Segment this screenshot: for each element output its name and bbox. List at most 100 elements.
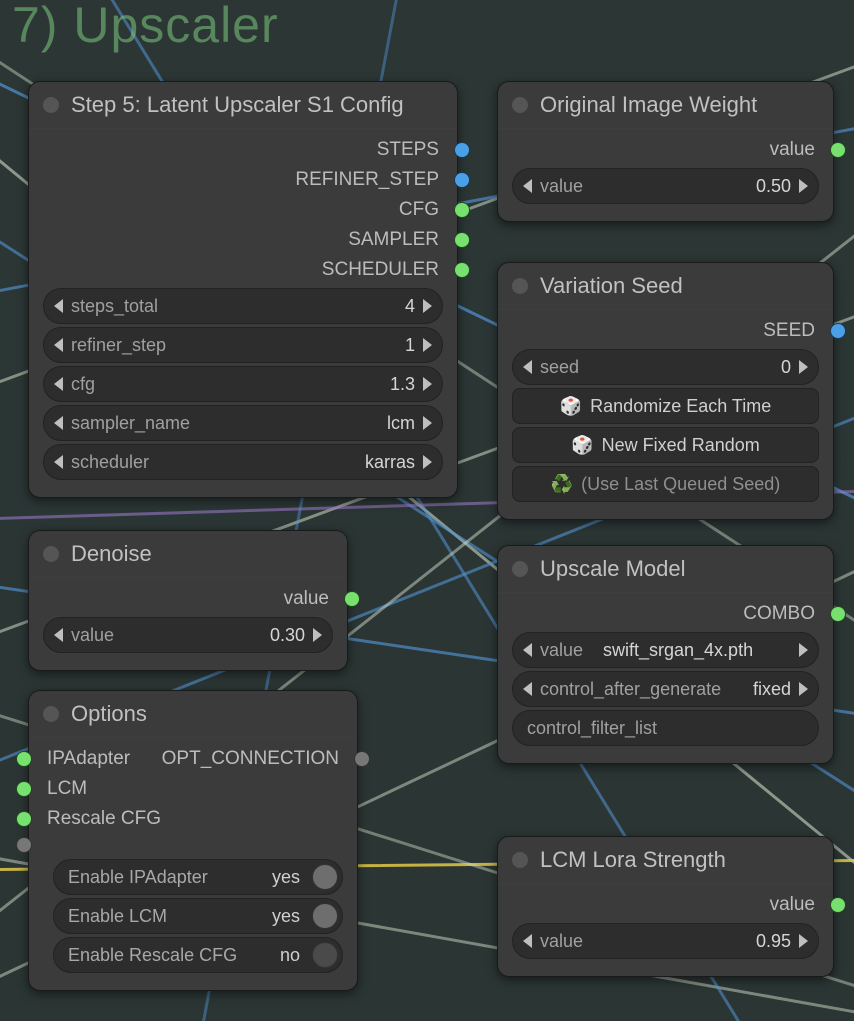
input-ipadapter[interactable]: IPAdapter — [43, 744, 130, 774]
use-last-queued-seed-button[interactable]: ♻️ (Use Last Queued Seed) — [512, 466, 819, 502]
randomize-each-time-button[interactable]: 🎲 Randomize Each Time — [512, 388, 819, 424]
node-step5-config[interactable]: Step 5: Latent Upscaler S1 Config STEPS … — [28, 81, 458, 498]
output-value[interactable]: value — [43, 584, 333, 614]
input-rescale-cfg[interactable]: Rescale CFG — [43, 804, 343, 834]
arrow-right-icon[interactable] — [799, 643, 808, 657]
group-title: 7) Upscaler — [12, 0, 279, 54]
port-icon[interactable] — [345, 592, 359, 606]
port-icon[interactable] — [831, 143, 845, 157]
node-upscale-model[interactable]: Upscale Model COMBO value swift_srgan_4x… — [497, 545, 834, 764]
arrow-right-icon[interactable] — [423, 377, 432, 391]
collapse-dot-icon[interactable] — [43, 97, 59, 113]
node-title: Upscale Model — [540, 556, 686, 582]
toggle-knob-icon — [312, 864, 338, 890]
arrow-left-icon[interactable] — [523, 643, 532, 657]
recycle-icon: ♻️ — [551, 474, 573, 495]
output-refiner-step[interactable]: REFINER_STEP — [43, 165, 443, 195]
arrow-right-icon[interactable] — [799, 179, 808, 193]
collapse-dot-icon[interactable] — [512, 852, 528, 868]
arrow-right-icon[interactable] — [423, 455, 432, 469]
collapse-dot-icon[interactable] — [512, 561, 528, 577]
node-header[interactable]: Options — [29, 691, 357, 738]
arrow-right-icon[interactable] — [313, 628, 322, 642]
node-title: Original Image Weight — [540, 92, 757, 118]
output-cfg[interactable]: CFG — [43, 195, 443, 225]
arrow-right-icon[interactable] — [799, 360, 808, 374]
node-header[interactable]: Step 5: Latent Upscaler S1 Config — [29, 82, 457, 129]
output-sampler[interactable]: SAMPLER — [43, 225, 443, 255]
widget-value[interactable]: value 0.50 — [512, 168, 819, 204]
arrow-left-icon[interactable] — [54, 416, 63, 430]
collapse-dot-icon[interactable] — [512, 97, 528, 113]
arrow-left-icon[interactable] — [54, 455, 63, 469]
widget-value[interactable]: value 0.30 — [43, 617, 333, 653]
port-icon[interactable] — [455, 233, 469, 247]
node-header[interactable]: Original Image Weight — [498, 82, 833, 129]
arrow-left-icon[interactable] — [54, 299, 63, 313]
node-title: Denoise — [71, 541, 152, 567]
widget-control-after-generate[interactable]: control_after_generate fixed — [512, 671, 819, 707]
output-seed[interactable]: SEED — [512, 316, 819, 346]
node-header[interactable]: Denoise — [29, 531, 347, 578]
widget-value[interactable]: value swift_srgan_4x.pth — [512, 632, 819, 668]
toggle-knob-icon — [312, 942, 338, 968]
arrow-right-icon[interactable] — [799, 682, 808, 696]
arrow-right-icon[interactable] — [423, 416, 432, 430]
port-icon[interactable] — [17, 838, 31, 852]
arrow-left-icon[interactable] — [54, 628, 63, 642]
widget-value[interactable]: value 0.95 — [512, 923, 819, 959]
toggle-enable-ipadapter[interactable]: Enable IPAdapter yes — [53, 859, 343, 895]
output-value[interactable]: value — [512, 890, 819, 920]
node-variation-seed[interactable]: Variation Seed SEED seed 0 🎲 Randomize E… — [497, 262, 834, 520]
arrow-left-icon[interactable] — [523, 682, 532, 696]
output-steps[interactable]: STEPS — [43, 135, 443, 165]
collapse-dot-icon[interactable] — [512, 278, 528, 294]
output-opt-connection[interactable]: OPT_CONNECTION — [162, 748, 343, 770]
arrow-right-icon[interactable] — [423, 299, 432, 313]
node-lcm-lora-strength[interactable]: LCM Lora Strength value value 0.95 — [497, 836, 834, 977]
port-icon[interactable] — [831, 324, 845, 338]
arrow-left-icon[interactable] — [54, 377, 63, 391]
arrow-right-icon[interactable] — [799, 934, 808, 948]
port-icon[interactable] — [831, 607, 845, 621]
node-options[interactable]: Options IPAdapter OPT_CONNECTION LCM Res… — [28, 690, 358, 991]
input-empty[interactable] — [43, 834, 343, 856]
node-original-image-weight[interactable]: Original Image Weight value value 0.50 — [497, 81, 834, 222]
new-fixed-random-button[interactable]: 🎲 New Fixed Random — [512, 427, 819, 463]
node-header[interactable]: Variation Seed — [498, 263, 833, 310]
output-scheduler[interactable]: SCHEDULER — [43, 255, 443, 285]
port-icon[interactable] — [17, 812, 31, 826]
output-value[interactable]: value — [512, 135, 819, 165]
widget-control-filter-list[interactable]: control_filter_list — [512, 710, 819, 746]
widget-seed[interactable]: seed 0 — [512, 349, 819, 385]
port-icon[interactable] — [455, 263, 469, 277]
collapse-dot-icon[interactable] — [43, 546, 59, 562]
port-icon[interactable] — [455, 143, 469, 157]
toggle-enable-rescale-cfg[interactable]: Enable Rescale CFG no — [53, 937, 343, 973]
widget-steps-total[interactable]: steps_total 4 — [43, 288, 443, 324]
dice-icon: 🎲 — [571, 435, 593, 456]
collapse-dot-icon[interactable] — [43, 706, 59, 722]
node-header[interactable]: LCM Lora Strength — [498, 837, 833, 884]
node-header[interactable]: Upscale Model — [498, 546, 833, 593]
arrow-left-icon[interactable] — [54, 338, 63, 352]
arrow-right-icon[interactable] — [423, 338, 432, 352]
arrow-left-icon[interactable] — [523, 360, 532, 374]
arrow-left-icon[interactable] — [523, 179, 532, 193]
port-icon[interactable] — [455, 203, 469, 217]
widget-scheduler[interactable]: scheduler karras — [43, 444, 443, 480]
arrow-left-icon[interactable] — [523, 934, 532, 948]
port-icon[interactable] — [455, 173, 469, 187]
widget-sampler-name[interactable]: sampler_name lcm — [43, 405, 443, 441]
node-denoise[interactable]: Denoise value value 0.30 — [28, 530, 348, 671]
node-title: Step 5: Latent Upscaler S1 Config — [71, 92, 404, 118]
input-lcm[interactable]: LCM — [43, 774, 343, 804]
port-icon[interactable] — [17, 752, 31, 766]
toggle-enable-lcm[interactable]: Enable LCM yes — [53, 898, 343, 934]
port-icon[interactable] — [831, 898, 845, 912]
widget-refiner-step[interactable]: refiner_step 1 — [43, 327, 443, 363]
widget-cfg[interactable]: cfg 1.3 — [43, 366, 443, 402]
port-icon[interactable] — [355, 752, 369, 766]
output-combo[interactable]: COMBO — [512, 599, 819, 629]
port-icon[interactable] — [17, 782, 31, 796]
